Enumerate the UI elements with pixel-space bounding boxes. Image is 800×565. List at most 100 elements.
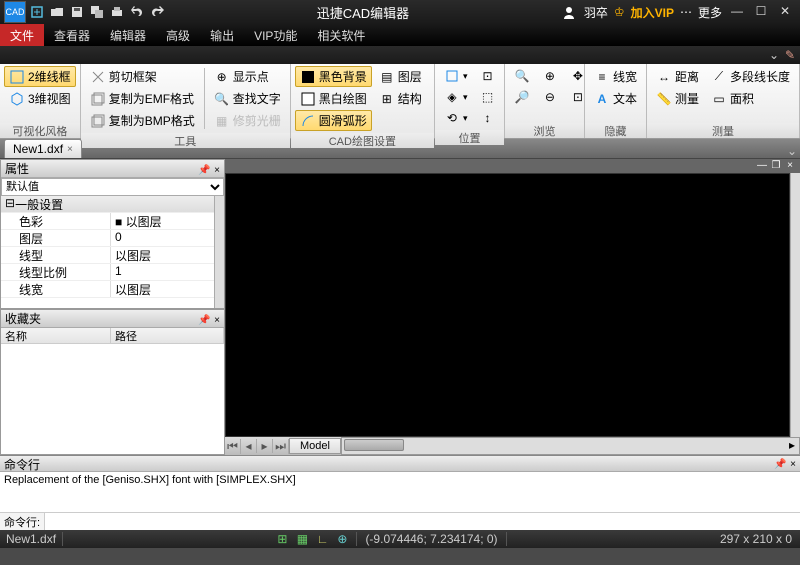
tab-nav-first[interactable]: ⏮	[225, 439, 241, 454]
btn-copy-bmp[interactable]: 复制为BMP格式	[85, 110, 200, 131]
btn-zoom4[interactable]: ⊖	[537, 87, 563, 107]
status-dim: 297 x 210 x 0	[712, 532, 800, 546]
vip-link[interactable]: 加入VIP	[631, 4, 674, 21]
btn-smooth-arc[interactable]: 圆滑弧形	[295, 110, 372, 131]
command-panel: 命令行 📌 × Replacement of the [Geniso.SHX] …	[0, 455, 800, 530]
btn-zoom3[interactable]: ⊕	[537, 66, 563, 86]
btn-pos3[interactable]: ⟲▾	[439, 108, 473, 128]
canvas-close-icon[interactable]: ×	[784, 160, 796, 172]
btn-text[interactable]: A文本	[589, 88, 642, 109]
btn-measure[interactable]: 📏测量	[651, 88, 704, 109]
canvas-vscroll[interactable]	[790, 173, 800, 437]
group-hide: 隐藏	[585, 123, 646, 138]
pin-icon[interactable]: 📌	[198, 165, 210, 176]
tab-nav-next[interactable]: ▸	[257, 439, 273, 453]
toolbar-row: ⌄ ✎	[0, 46, 800, 64]
btn-bw-draw[interactable]: 黑白绘图	[295, 88, 372, 109]
user-icon[interactable]	[560, 3, 578, 21]
panel-close-icon[interactable]: ×	[214, 165, 220, 176]
tab-nav-last[interactable]: ⏭	[273, 439, 289, 454]
btn-pos5[interactable]: ⬚	[474, 87, 500, 107]
btn-trim-raster[interactable]: ▦修剪光栅	[209, 110, 286, 131]
btn-2d-wireframe[interactable]: 2维线框	[4, 66, 76, 87]
undo-icon[interactable]	[128, 3, 146, 21]
btn-black-bg[interactable]: 黑色背景	[295, 66, 372, 87]
print-icon[interactable]	[108, 3, 126, 21]
btn-3d-view[interactable]: 3维视图	[4, 88, 76, 109]
menu-advanced[interactable]: 高级	[156, 24, 200, 46]
btn-structure[interactable]: ⊞结构	[374, 88, 427, 109]
saveall-icon[interactable]	[88, 3, 106, 21]
cmd-input[interactable]	[45, 513, 800, 530]
props-panel-title: 属性 📌 ×	[1, 160, 224, 178]
tab-close-icon[interactable]: ×	[67, 144, 73, 155]
btn-lineweight[interactable]: ≡线宽	[589, 66, 642, 87]
minimize-button[interactable]: —	[728, 4, 746, 20]
menu-related[interactable]: 相关软件	[307, 24, 375, 46]
prop-row[interactable]: 线型比例1	[1, 264, 214, 281]
btn-pos1[interactable]: ▾	[439, 66, 473, 86]
menu-vip[interactable]: VIP功能	[244, 24, 307, 46]
menu-file[interactable]: 文件	[0, 24, 44, 46]
group-tools: 工具	[81, 133, 290, 148]
grid-icon[interactable]: ▦	[294, 532, 310, 546]
panel-close-icon[interactable]: ×	[214, 315, 220, 326]
pin-icon[interactable]: 📌	[198, 315, 210, 326]
props-select[interactable]: 默认值	[1, 178, 224, 196]
canvas-hscroll[interactable]: ◂ ▸	[341, 437, 800, 455]
redo-icon[interactable]	[148, 3, 166, 21]
open-icon[interactable]	[48, 3, 66, 21]
btn-zoom2[interactable]: 🔎	[509, 87, 535, 107]
prop-row[interactable]: 线宽以图层	[1, 281, 214, 298]
save-icon[interactable]	[68, 3, 86, 21]
btn-pos4[interactable]: ⊡	[474, 66, 500, 86]
more-icon: ⋯	[680, 5, 692, 19]
btn-pos6[interactable]: ↕	[474, 108, 500, 128]
status-coord: (-9.074446; 7.234174; 0)	[356, 532, 506, 546]
prop-row[interactable]: 色彩■ 以图层	[1, 213, 214, 230]
btn-pos2[interactable]: ◈▾	[439, 87, 473, 107]
osnap-icon[interactable]: ⊕	[334, 532, 350, 546]
props-section[interactable]: ⊟ 一般设置	[1, 196, 214, 213]
btn-find-text[interactable]: 🔍查找文字	[209, 88, 286, 109]
menu-editor[interactable]: 编辑器	[100, 24, 156, 46]
tab-nav-prev[interactable]: ◂	[241, 439, 257, 453]
btn-zoom1[interactable]: 🔍	[509, 66, 535, 86]
canvas-max-icon[interactable]: ❐	[770, 160, 782, 172]
group-visual: 可视化风格	[0, 123, 80, 138]
btn-copy-emf[interactable]: 复制为EMF格式	[85, 88, 200, 109]
new-icon[interactable]	[28, 3, 46, 21]
prop-row[interactable]: 图层0	[1, 230, 214, 247]
window-title: 迅捷CAD编辑器	[166, 3, 560, 22]
btn-cut-frame[interactable]: 剪切框架	[85, 66, 200, 87]
prop-row[interactable]: 线型以图层	[1, 247, 214, 264]
brush-icon[interactable]: ✎	[782, 48, 798, 62]
more-link[interactable]: 更多	[698, 4, 722, 21]
group-position: 位置	[435, 130, 504, 145]
btn-layers[interactable]: ▤图层	[374, 66, 427, 87]
canvas[interactable]	[225, 173, 790, 437]
model-tab[interactable]: Model	[289, 438, 341, 454]
btn-distance[interactable]: ↔距离	[651, 66, 704, 87]
btn-show-points[interactable]: ⊕显示点	[209, 66, 286, 87]
panel-close-icon[interactable]: ×	[790, 459, 796, 470]
fav-col-path[interactable]: 路径	[111, 328, 224, 343]
group-browse: 浏览	[505, 123, 584, 138]
canvas-min-icon[interactable]: —	[756, 160, 768, 172]
btn-polyline-len[interactable]: ⟋多段线长度	[706, 66, 795, 87]
ribbon-collapse-icon[interactable]: ⌄	[766, 48, 782, 62]
fav-col-name[interactable]: 名称	[1, 328, 111, 343]
close-button[interactable]: ✕	[776, 4, 794, 20]
ribbon: 2维线框 3维视图 可视化风格 剪切框架 复制为EMF格式 复制为BMP格式 ⊕…	[0, 64, 800, 139]
btn-area[interactable]: ▭面积	[706, 88, 795, 109]
username[interactable]: 羽卒	[584, 4, 608, 21]
menu-viewer[interactable]: 查看器	[44, 24, 100, 46]
ortho-icon[interactable]: ∟	[314, 532, 330, 546]
menu-output[interactable]: 输出	[200, 24, 244, 46]
maximize-button[interactable]: ☐	[752, 4, 770, 20]
doc-tab[interactable]: New1.dxf×	[4, 139, 82, 158]
props-scrollbar[interactable]	[214, 196, 224, 308]
tabs-collapse-icon[interactable]: ⌄	[784, 144, 800, 158]
pin-icon[interactable]: 📌	[774, 459, 786, 470]
snap-icon[interactable]: ⊞	[274, 532, 290, 546]
